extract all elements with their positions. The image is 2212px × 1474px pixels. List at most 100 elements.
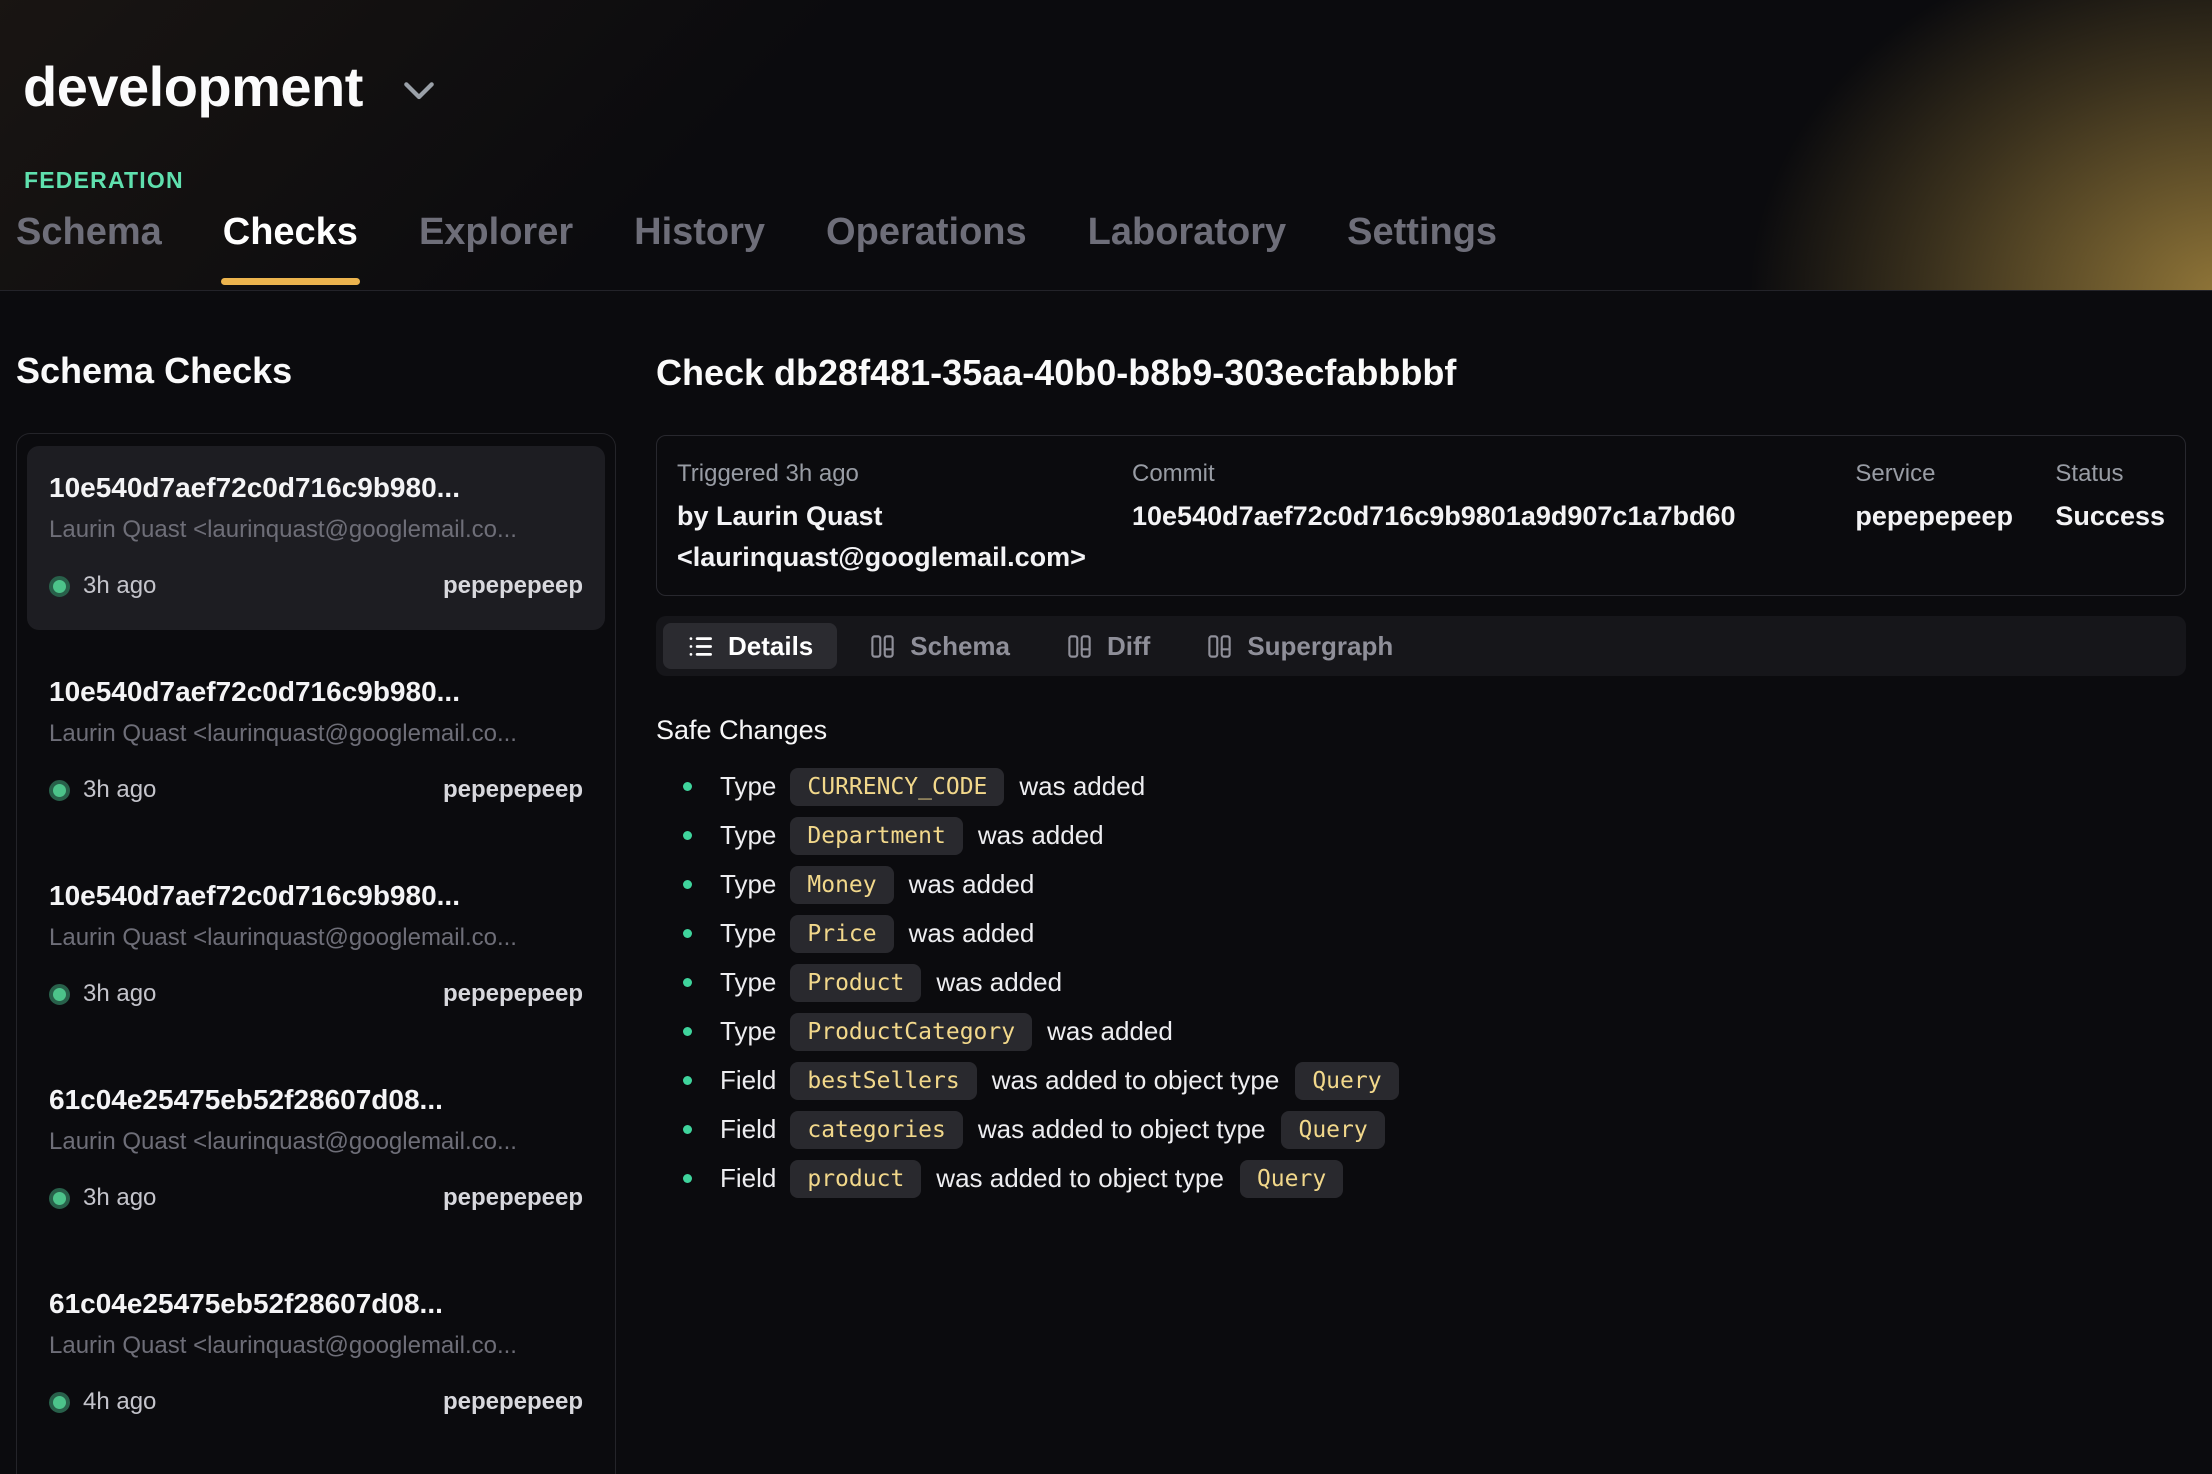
- page-header: development FEDERATION SchemaChecksExplo…: [0, 0, 2212, 291]
- change-kind: Type: [720, 869, 776, 900]
- change-kind: Field: [720, 1065, 776, 1096]
- columns-icon: [1206, 633, 1233, 660]
- check-detail-panel: Check db28f481-35aa-40b0-b8b9-303ecfabbb…: [656, 291, 2186, 1474]
- change-kind: Type: [720, 918, 776, 949]
- check-author: Laurin Quast <laurinquast@googlemail.co.…: [49, 924, 583, 952]
- chevron-down-icon[interactable]: [403, 81, 435, 101]
- change-row: Type CURRENCY_CODE was added: [656, 762, 2186, 811]
- view-tab-details[interactable]: Details: [663, 623, 837, 669]
- change-kind: Field: [720, 1163, 776, 1194]
- schema-check-list-item[interactable]: 61c04e25475eb52f28607d08... Laurin Quast…: [27, 1058, 605, 1242]
- change-row: Field bestSellers was added to object ty…: [656, 1056, 2186, 1105]
- commit-hash: 10e540d7aef72c0d716c9b9801a9d907c1a7bd60: [1132, 496, 1855, 537]
- check-time: 3h ago: [83, 776, 156, 804]
- change-kind: Type: [720, 1016, 776, 1047]
- check-service: pepepepeep: [443, 1184, 583, 1212]
- check-author: Laurin Quast <laurinquast@googlemail.co.…: [49, 1332, 583, 1360]
- columns-icon: [1066, 633, 1093, 660]
- meta-commit: Commit 10e540d7aef72c0d716c9b9801a9d907c…: [1132, 460, 1855, 578]
- status-label: Status: [2055, 460, 2165, 489]
- change-description: was added to object type: [936, 1163, 1224, 1194]
- meta-triggered: Triggered 3h ago by Laurin Quast <laurin…: [677, 460, 1132, 578]
- nav-tab-history[interactable]: History: [632, 211, 767, 290]
- change-row: Field product was added to object type Q…: [656, 1154, 2186, 1203]
- check-service: pepepepeep: [443, 572, 583, 600]
- bullet-icon: [683, 831, 692, 840]
- bullet-icon: [683, 880, 692, 889]
- triggered-label: Triggered 3h ago: [677, 460, 1132, 489]
- change-row: Type Product was added: [656, 958, 2186, 1007]
- nav-tab-checks[interactable]: Checks: [221, 211, 360, 290]
- nav-tab-schema[interactable]: Schema: [14, 211, 164, 290]
- change-row: Type ProductCategory was added: [656, 1007, 2186, 1056]
- schema-check-list-item[interactable]: 10e540d7aef72c0d716c9b980... Laurin Quas…: [27, 446, 605, 630]
- bullet-icon: [683, 1076, 692, 1085]
- service-name: pepepepeep: [1855, 496, 2055, 537]
- change-kind: Type: [720, 820, 776, 851]
- schema-check-list-item[interactable]: 61c04e25475eb52f28607d08... Laurin Quast…: [27, 1262, 605, 1446]
- check-commit-id: 10e540d7aef72c0d716c9b980...: [49, 880, 583, 912]
- status-dot-icon: [49, 1188, 70, 1209]
- change-description: was added: [909, 918, 1035, 949]
- nav-tab-settings[interactable]: Settings: [1345, 211, 1499, 290]
- change-row: Type Money was added: [656, 860, 2186, 909]
- nav-tab-operations[interactable]: Operations: [824, 211, 1029, 290]
- schema-checks-sidebar: Schema Checks 10e540d7aef72c0d716c9b980.…: [16, 291, 616, 1474]
- status-dot-icon: [49, 1392, 70, 1413]
- nav-tab-laboratory[interactable]: Laboratory: [1086, 211, 1288, 290]
- triggered-by: by Laurin Quast: [677, 496, 1132, 537]
- bullet-icon: [683, 978, 692, 987]
- check-service: pepepepeep: [443, 1388, 583, 1416]
- commit-label: Commit: [1132, 460, 1855, 489]
- change-code-chip: Money: [790, 866, 893, 904]
- check-service: pepepepeep: [443, 980, 583, 1008]
- change-code-chip: bestSellers: [790, 1062, 976, 1100]
- change-target-chip: Query: [1240, 1160, 1343, 1198]
- change-kind: Type: [720, 771, 776, 802]
- check-author: Laurin Quast <laurinquast@googlemail.co.…: [49, 1128, 583, 1156]
- target-title: development: [23, 56, 363, 118]
- change-code-chip: categories: [790, 1111, 962, 1149]
- change-code-chip: ProductCategory: [790, 1013, 1032, 1051]
- change-description: was added: [1047, 1016, 1173, 1047]
- check-view-tabs: Details Schema Diff Supergraph: [656, 616, 2186, 676]
- check-author: Laurin Quast <laurinquast@googlemail.co.…: [49, 516, 583, 544]
- change-description: was added to object type: [992, 1065, 1280, 1096]
- change-description: was added: [909, 869, 1035, 900]
- change-code-chip: Product: [790, 964, 921, 1002]
- status-value: Success: [2055, 496, 2165, 537]
- change-code-chip: Department: [790, 817, 962, 855]
- change-kind: Field: [720, 1114, 776, 1145]
- view-tab-supergraph[interactable]: Supergraph: [1182, 623, 1417, 669]
- change-row: Field categories was added to object typ…: [656, 1105, 2186, 1154]
- check-time: 3h ago: [83, 572, 156, 600]
- schema-check-list-item[interactable]: 10e540d7aef72c0d716c9b980... Laurin Quas…: [27, 854, 605, 1038]
- bullet-icon: [683, 929, 692, 938]
- content-area: Schema Checks 10e540d7aef72c0d716c9b980.…: [0, 291, 2212, 1474]
- meta-service: Service pepepepeep: [1855, 460, 2055, 578]
- check-service: pepepepeep: [443, 776, 583, 804]
- change-code-chip: CURRENCY_CODE: [790, 768, 1004, 806]
- change-target-chip: Query: [1281, 1111, 1384, 1149]
- view-tab-diff[interactable]: Diff: [1042, 623, 1174, 669]
- view-tab-schema[interactable]: Schema: [845, 623, 1034, 669]
- check-heading: Check db28f481-35aa-40b0-b8b9-303ecfabbb…: [656, 353, 2186, 393]
- change-code-chip: Price: [790, 915, 893, 953]
- changes-list: Type CURRENCY_CODE was added Type Depart…: [656, 762, 2186, 1203]
- change-description: was added: [978, 820, 1104, 851]
- service-label: Service: [1855, 460, 2055, 489]
- sidebar-heading: Schema Checks: [16, 353, 616, 389]
- check-commit-id: 61c04e25475eb52f28607d08...: [49, 1084, 583, 1116]
- check-meta-card: Triggered 3h ago by Laurin Quast <laurin…: [656, 435, 2186, 597]
- check-time: 3h ago: [83, 980, 156, 1008]
- meta-status: Status Success: [2055, 460, 2165, 578]
- checks-list: 10e540d7aef72c0d716c9b980... Laurin Quas…: [16, 433, 616, 1474]
- change-description: was added: [936, 967, 1062, 998]
- nav-tab-explorer[interactable]: Explorer: [417, 211, 575, 290]
- safe-changes-heading: Safe Changes: [656, 714, 2186, 748]
- bullet-icon: [683, 782, 692, 791]
- schema-check-list-item[interactable]: 10e540d7aef72c0d716c9b980... Laurin Quas…: [27, 650, 605, 834]
- change-description: was added to object type: [978, 1114, 1266, 1145]
- change-kind: Type: [720, 967, 776, 998]
- bullet-icon: [683, 1027, 692, 1036]
